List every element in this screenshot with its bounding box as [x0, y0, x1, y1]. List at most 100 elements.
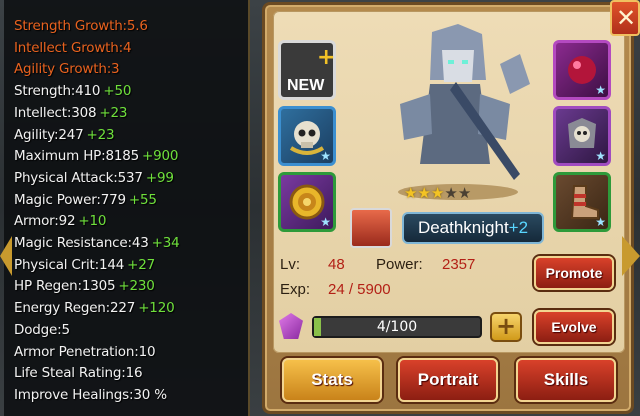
stat-bonus: +900 — [142, 148, 179, 165]
slot-star-icon: ★ — [595, 83, 606, 97]
stat-row: Physical Attack:537 +99 — [14, 170, 174, 186]
stat-label: Physical Crit: — [14, 256, 99, 273]
stat-label: Dodge: — [14, 321, 62, 338]
stat-row: Maximum HP:8185 +900 — [14, 148, 178, 164]
slot-star-icon: ★ — [320, 149, 331, 163]
stats-panel: Strength Growth:5.6 Intellect Growth:4 Agi… — [0, 0, 250, 416]
tab-stats[interactable]: Stats — [282, 358, 382, 402]
star-empty-icon: ★ — [457, 184, 472, 202]
stat-row: Physical Crit:144 +27 — [14, 257, 155, 273]
slot-star-icon: ★ — [320, 215, 331, 229]
hero-name: Deathknight — [417, 218, 509, 237]
exp-value: 24 / 5900 — [328, 281, 391, 298]
stat-row: Agility Growth:3 — [14, 61, 120, 78]
stat-value: 5.6 — [126, 18, 148, 34]
level-label: Lv: — [280, 256, 301, 273]
stat-row: Armor Penetration:10 — [14, 343, 156, 360]
evolve-progress-text: 4/100 — [376, 319, 418, 335]
stat-bonus: +120 — [138, 300, 175, 317]
hero-name-plate: Deathknight+2 — [402, 212, 544, 244]
star-filled-icon: ★ — [417, 184, 431, 202]
hero-portrait[interactable] — [370, 24, 540, 204]
close-icon: ✕ — [616, 4, 637, 32]
stat-row: Dodge:5 — [14, 322, 70, 338]
stat-value: 30 % — [133, 386, 167, 403]
close-button[interactable]: ✕ — [610, 0, 640, 36]
stat-value: 10 — [138, 343, 156, 360]
stat-row: Agility:247 +23 — [14, 126, 115, 143]
stat-value: 8185 — [105, 148, 140, 165]
stat-bonus: +10 — [78, 213, 107, 230]
promote-button[interactable]: Promote — [534, 256, 614, 290]
stat-value: 779 — [100, 191, 126, 208]
stat-row: Armor:92 +10 — [14, 213, 106, 229]
equipment-slot-red-orb[interactable]: ★ — [553, 40, 611, 100]
stat-row: Energy Regen:227 +120 — [14, 300, 175, 317]
tab-skills[interactable]: Skills — [516, 358, 616, 402]
evolve-progress-bar: 4/100 — [312, 316, 482, 338]
stat-label: Intellect: — [14, 104, 72, 121]
stat-label: Agility: — [14, 126, 59, 143]
stat-label: Physical Attack: — [14, 169, 118, 186]
star-filled-icon: ★ — [404, 184, 418, 202]
new-label: NEW — [287, 77, 325, 94]
stat-label: Intellect Growth: — [14, 39, 123, 56]
stat-value: 5 — [61, 321, 70, 338]
hero-star-rating: ★★★★★ — [404, 184, 471, 202]
equipment-slot-new[interactable]: + NEW — [278, 40, 336, 100]
stat-value: 308 — [71, 104, 97, 121]
stat-bonus: +27 — [127, 256, 156, 273]
stat-value: 247 — [58, 126, 84, 143]
stat-value: 3 — [111, 61, 120, 78]
stat-bonus: +55 — [128, 191, 157, 208]
stat-row: Magic Resistance:43 +34 — [14, 235, 180, 251]
equipment-slot-skull-armor[interactable]: ★ — [553, 106, 611, 166]
level-value: 48 — [328, 256, 345, 273]
stat-value: 43 — [131, 235, 149, 251]
stat-row: Life Steal Rating:16 — [14, 365, 143, 382]
exp-label: Exp: — [280, 281, 311, 298]
stat-value: 144 — [98, 256, 125, 273]
equipment-slot-boot[interactable]: ★ — [553, 172, 611, 232]
stat-row: Improve Healings:30 % — [14, 387, 167, 403]
add-plus-icon: + — [317, 45, 336, 70]
stat-bonus: +23 — [99, 104, 128, 121]
add-evolve-material-button[interactable]: + — [490, 312, 522, 342]
hero-class-icon — [350, 208, 392, 248]
stat-label: Armor Penetration: — [14, 343, 139, 360]
stat-row: Strength Growth:5.6 — [14, 18, 148, 34]
power-value: 2357 — [442, 256, 476, 273]
stat-value: 537 — [117, 169, 143, 186]
stat-bonus: +230 — [118, 278, 155, 295]
stat-row: HP Regen:1305 +230 — [14, 278, 155, 294]
stat-label: HP Regen: — [14, 278, 82, 295]
star-filled-icon: ★ — [430, 184, 445, 202]
stat-value: 1305 — [81, 278, 116, 295]
stat-value: 92 — [58, 213, 76, 230]
stat-label: Improve Healings: — [14, 386, 134, 403]
equipment-slot-gold-disc[interactable]: ★ — [278, 172, 336, 232]
evolve-button[interactable]: Evolve — [534, 310, 614, 344]
stat-label: Energy Regen: — [14, 300, 111, 317]
stat-label: Armor: — [14, 213, 59, 230]
tab-portrait[interactable]: Portrait — [398, 358, 498, 402]
stat-label: Strength: — [14, 83, 76, 100]
stat-label: Agility Growth: — [14, 61, 112, 78]
stat-value: 16 — [125, 365, 143, 382]
stat-bonus: +34 — [151, 235, 180, 251]
stat-bonus: +23 — [86, 126, 115, 143]
power-label: Power: — [376, 256, 423, 273]
star-empty-icon: ★ — [444, 184, 458, 202]
stat-row: Magic Power:779 +55 — [14, 192, 157, 208]
equipment-slot-skull-amulet[interactable]: ★ — [278, 106, 336, 166]
slot-star-icon: ★ — [595, 149, 606, 163]
stat-label: Maximum HP: — [14, 148, 106, 165]
stat-row: Intellect:308 +23 — [14, 105, 127, 121]
slot-star-icon: ★ — [595, 215, 606, 229]
stat-row: Intellect Growth:4 — [14, 39, 132, 56]
stat-bonus: +50 — [103, 83, 132, 100]
stat-label: Magic Resistance: — [14, 235, 132, 251]
stat-value: 410 — [75, 83, 101, 100]
hero-plus: +2 — [508, 218, 529, 237]
stat-label: Life Steal Rating: — [14, 365, 126, 382]
